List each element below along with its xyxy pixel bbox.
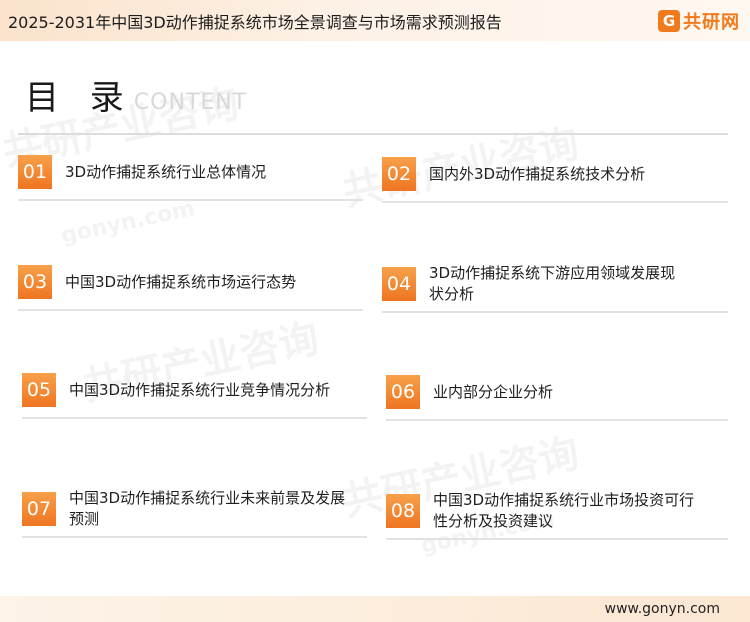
toc-title-en: CONTENT [133, 90, 248, 115]
toc-heading: 目 录 CONTENT [25, 70, 247, 119]
toc-item-number: 03 [18, 265, 52, 299]
logo-icon: G [658, 10, 680, 32]
toc-item-number: 04 [382, 267, 416, 301]
toc-item-03[interactable]: 03 中国3D动作捕捉系统市场运行态势 [18, 259, 363, 311]
toc-item-label: 3D动作捕捉系统下游应用领域发展现状分析 [429, 264, 676, 303]
divider [18, 199, 363, 201]
toc-item-label: 国内外3D动作捕捉系统技术分析 [429, 164, 646, 183]
toc-item-06[interactable]: 06 业内部分企业分析 [386, 369, 728, 421]
toc-item-number: 01 [18, 155, 52, 189]
toc-item-label: 中国3D动作捕捉系统行业市场投资可行性分析及投资建议 [433, 491, 695, 530]
toc-item-04[interactable]: 04 3D动作捕捉系统下游应用领域发展现状分析 [382, 261, 728, 313]
brand-logo: G 共研网 [658, 8, 740, 34]
divider [18, 309, 363, 311]
divider [386, 538, 728, 540]
toc-item-07[interactable]: 07 中国3D动作捕捉系统行业未来前景及发展预测 [22, 486, 367, 538]
toc-item-label: 中国3D动作捕捉系统市场运行态势 [65, 272, 297, 291]
toc-item-08[interactable]: 08 中国3D动作捕捉系统行业市场投资可行性分析及投资建议 [386, 488, 728, 540]
footer-bar: www.gonyn.com [0, 596, 750, 622]
toc-item-number: 06 [386, 375, 420, 409]
logo-text: 共研网 [683, 12, 740, 33]
divider [382, 201, 728, 203]
toc-item-label: 中国3D动作捕捉系统行业未来前景及发展预测 [69, 489, 346, 528]
toc-item-label: 中国3D动作捕捉系统行业竞争情况分析 [69, 380, 331, 399]
divider [18, 133, 728, 135]
footer-url: www.gonyn.com [604, 601, 720, 617]
toc-item-02[interactable]: 02 国内外3D动作捕捉系统技术分析 [382, 151, 728, 203]
divider [386, 419, 728, 421]
divider [22, 536, 367, 538]
toc-item-number: 08 [386, 494, 420, 528]
toc-item-number: 05 [22, 373, 56, 407]
toc-item-number: 02 [382, 157, 416, 191]
watermark: gonyn.com [58, 196, 198, 249]
toc-item-05[interactable]: 05 中国3D动作捕捉系统行业竞争情况分析 [22, 367, 367, 419]
toc-item-label: 3D动作捕捉系统行业总体情况 [65, 162, 267, 181]
report-title: 2025-2031年中国3D动作捕捉系统市场全景调查与市场需求预测报告 [8, 13, 502, 32]
toc-title-cn: 目 录 [25, 78, 134, 118]
toc-item-01[interactable]: 01 3D动作捕捉系统行业总体情况 [18, 149, 363, 201]
toc-item-number: 07 [22, 492, 56, 526]
divider [382, 311, 728, 313]
divider [22, 417, 367, 419]
toc-item-label: 业内部分企业分析 [433, 382, 554, 401]
header-bar: 2025-2031年中国3D动作捕捉系统市场全景调查与市场需求预测报告 G 共研… [0, 0, 750, 41]
